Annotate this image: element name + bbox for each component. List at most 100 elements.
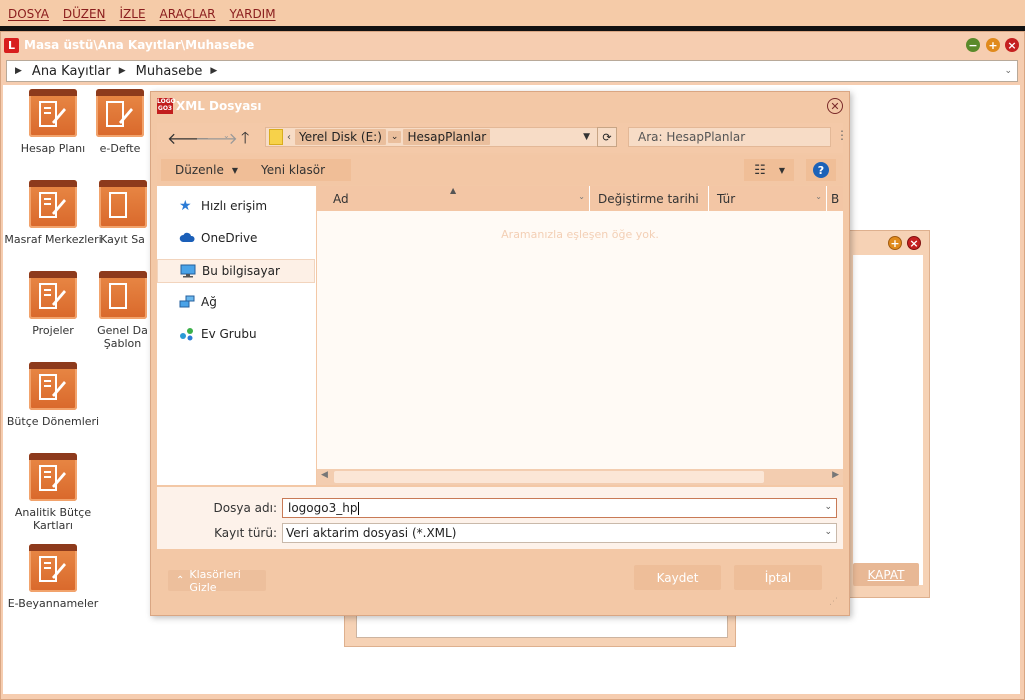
chevron-down-icon[interactable]: ⌄ bbox=[815, 192, 822, 201]
up-arrow-icon[interactable]: 🡑 bbox=[241, 127, 249, 154]
document-icon bbox=[29, 271, 77, 319]
desktop-icon-label: Genel Da bbox=[97, 324, 148, 337]
address-segment[interactable]: HesapPlanlar bbox=[403, 129, 491, 145]
navigation-pane: ★ Hızlı erişim OneDrive Bu bilgisayar Ağ… bbox=[157, 186, 316, 485]
help-icon[interactable]: ? bbox=[806, 159, 836, 181]
desktop-icon-kayit-sablonlari[interactable]: Kayıt Sa bbox=[95, 180, 150, 246]
maximize-icon[interactable]: + bbox=[888, 236, 902, 250]
network-icon bbox=[179, 295, 195, 309]
menu-izle[interactable]: İZLE bbox=[114, 7, 152, 21]
dialog-title-text: XML Dosyası bbox=[176, 99, 262, 113]
document-icon bbox=[98, 180, 147, 228]
refresh-icon[interactable]: ⟳ bbox=[597, 127, 617, 147]
document-icon bbox=[29, 89, 77, 137]
nav-item-label: Ev Grubu bbox=[201, 327, 257, 341]
address-dropdown-icon[interactable]: ▼ bbox=[583, 132, 590, 142]
background-window bbox=[846, 230, 930, 598]
breadcrumb: ▶ Ana Kayıtlar ▶ Muhasebe ▶ ⌄ bbox=[6, 60, 1018, 82]
column-type[interactable]: Tür ⌄ bbox=[709, 186, 827, 211]
chevron-down-icon[interactable]: ⌄ bbox=[387, 131, 402, 143]
desktop-icon-label: Hesap Planı bbox=[20, 142, 86, 155]
background-window-content bbox=[853, 255, 923, 585]
chevron-right-icon[interactable]: ▶ bbox=[210, 66, 217, 76]
nav-item-quick-access[interactable]: ★ Hızlı erişim bbox=[157, 195, 313, 217]
nav-item-network[interactable]: Ağ bbox=[157, 291, 313, 313]
folder-icon bbox=[269, 129, 283, 145]
filename-label: Dosya adı: bbox=[213, 501, 277, 515]
filetype-select[interactable]: Veri aktarim dosyasi (*.XML) ⌄ bbox=[282, 523, 837, 543]
document-icon bbox=[29, 180, 77, 228]
recent-dropdown-icon[interactable]: ⌄ bbox=[223, 131, 230, 140]
logo-line: LOGO bbox=[157, 98, 176, 105]
breadcrumb-item[interactable]: Muhasebe bbox=[136, 64, 203, 79]
desktop-icon-masraf-merkezleri[interactable]: Masraf Merkezleri bbox=[3, 180, 103, 246]
desktop-icon-butce-donemleri[interactable]: Bütçe Dönemleri bbox=[3, 362, 103, 428]
scroll-right-icon[interactable]: ▶ bbox=[832, 470, 839, 480]
scrollbar-thumb[interactable] bbox=[334, 471, 764, 483]
desktop-icon-e-beyannameler[interactable]: E-Beyannameler bbox=[3, 544, 103, 610]
chevron-down-icon[interactable]: ⌄ bbox=[824, 527, 832, 537]
scroll-left-icon[interactable]: ◀ bbox=[321, 470, 328, 480]
resize-grip-icon[interactable]: ⋰ bbox=[829, 597, 838, 607]
nav-item-this-pc[interactable]: Bu bilgisayar bbox=[157, 259, 315, 283]
nav-item-homegroup[interactable]: Ev Grubu bbox=[157, 323, 313, 345]
menu-duzen[interactable]: DÜZEN bbox=[57, 7, 112, 21]
desktop-icon-label: Şablon bbox=[103, 337, 142, 350]
column-date-modified[interactable]: Değiştirme tarihi bbox=[590, 186, 709, 211]
address-bar[interactable]: ‹ Yerel Disk (E:) ⌄ HesapPlanlar ▼ bbox=[265, 127, 617, 147]
filename-input[interactable]: logogo3_hp ⌄ bbox=[282, 498, 837, 518]
document-icon bbox=[98, 271, 147, 319]
empty-message: Aramanızla eşleşen öğe yok. bbox=[501, 228, 659, 241]
desktop-icon-label: Kayıt Sa bbox=[100, 233, 145, 246]
dialog-title: LOGO GO3 XML Dosyası bbox=[157, 96, 262, 116]
hide-folders-button[interactable]: ⌃ Klasörleri Gizle bbox=[168, 567, 266, 594]
menu-dosya[interactable]: DOSYA bbox=[2, 7, 55, 21]
text-cursor bbox=[358, 501, 360, 515]
hide-folders-label: Klasörleri Gizle bbox=[189, 567, 241, 594]
desktop-icon-analitik-butce-kartlari[interactable]: Analitik Bütçe Kartları bbox=[3, 453, 103, 532]
save-label: Kaydet bbox=[656, 570, 699, 585]
column-label: B bbox=[831, 191, 840, 206]
new-folder-button[interactable]: Yeni klasör bbox=[247, 159, 351, 181]
desktop-icon-label: e-Defte bbox=[99, 142, 141, 155]
maximize-icon[interactable]: + bbox=[986, 38, 1000, 52]
dialog-close-icon[interactable]: ✕ bbox=[827, 98, 843, 114]
column-label: Değiştirme tarihi bbox=[598, 191, 699, 206]
desktop-icon-hesap-plani[interactable]: Hesap Planı bbox=[3, 89, 103, 155]
document-icon bbox=[29, 544, 77, 592]
desktop-icon-label: E-Beyannameler bbox=[7, 597, 99, 610]
chevron-down-icon[interactable]: ⌄ bbox=[578, 192, 585, 201]
more-icon[interactable]: ⋮ bbox=[836, 128, 848, 142]
chevron-right-icon[interactable]: ▶ bbox=[15, 66, 22, 76]
kapat-button[interactable]: KAPAT bbox=[853, 563, 919, 586]
desktop-icon-projeler[interactable]: Projeler bbox=[3, 271, 103, 337]
address-segment[interactable]: Yerel Disk (E:) bbox=[295, 129, 386, 145]
menu-yardim[interactable]: YARDIM bbox=[224, 7, 282, 21]
desktop-icon-e-defter[interactable]: e-Defte bbox=[95, 89, 145, 155]
desktop-icon-genel-data-sablonlari[interactable]: Genel Da Şablon bbox=[95, 271, 150, 350]
chevron-down-icon[interactable]: ⌄ bbox=[1004, 66, 1012, 76]
column-name[interactable]: Ad ▲ ⌄ bbox=[317, 186, 590, 211]
breadcrumb-item[interactable]: Ana Kayıtlar bbox=[32, 64, 111, 79]
search-input[interactable]: Ara: HesapPlanlar bbox=[628, 127, 831, 147]
kapat-label: KAPAT bbox=[867, 567, 905, 582]
menu-araclar[interactable]: ARAÇLAR bbox=[154, 7, 222, 21]
nav-item-onedrive[interactable]: OneDrive bbox=[157, 227, 313, 249]
column-size[interactable]: B bbox=[827, 186, 843, 211]
close-icon[interactable]: × bbox=[1005, 38, 1019, 52]
close-icon[interactable]: × bbox=[907, 236, 921, 250]
cancel-button[interactable]: İptal bbox=[734, 565, 822, 590]
view-dropdown-icon[interactable]: ▼ bbox=[770, 159, 794, 181]
forward-arrow-icon[interactable]: 🡒 bbox=[195, 128, 238, 148]
nav-item-label: Bu bilgisayar bbox=[202, 264, 280, 278]
desktop-icon-label: Bütçe Dönemleri bbox=[6, 415, 100, 428]
desktop-icon-label: Kartları bbox=[33, 519, 73, 532]
minimize-icon[interactable]: − bbox=[966, 38, 980, 52]
homegroup-icon bbox=[179, 327, 195, 341]
chevron-up-icon: ⌃ bbox=[176, 575, 185, 586]
new-folder-label: Yeni klasör bbox=[261, 163, 326, 177]
chevron-down-icon[interactable]: ⌄ bbox=[824, 502, 832, 512]
save-button[interactable]: Kaydet bbox=[634, 565, 721, 590]
chevron-left-icon[interactable]: ‹ bbox=[287, 132, 291, 143]
chevron-right-icon[interactable]: ▶ bbox=[119, 66, 126, 76]
